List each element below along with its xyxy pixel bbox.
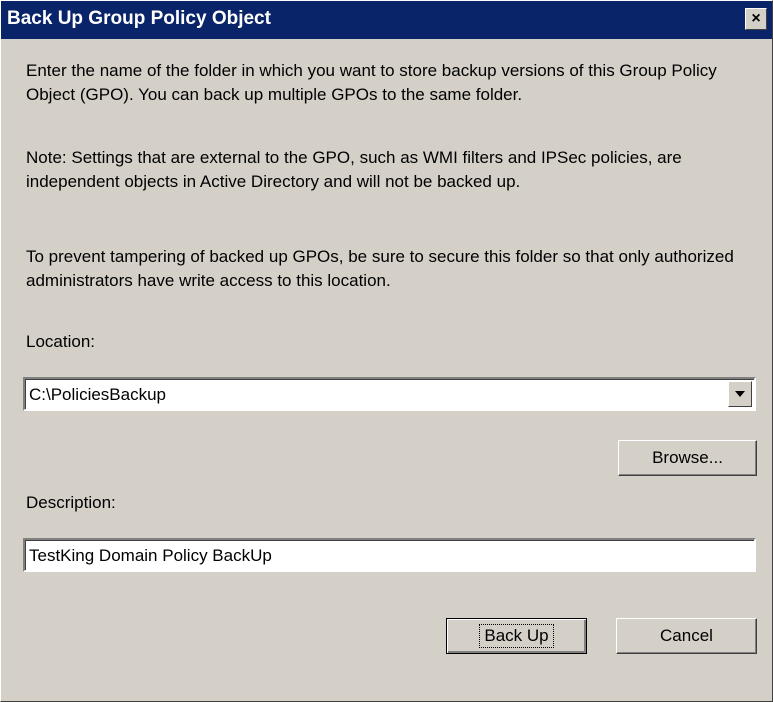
security-text: To prevent tampering of backed up GPOs, … bbox=[26, 247, 734, 290]
dialog-title: Back Up Group Policy Object bbox=[7, 8, 271, 29]
browse-button-label: Browse... bbox=[652, 448, 723, 467]
cancel-button[interactable]: Cancel bbox=[616, 618, 757, 654]
chevron-down-icon bbox=[735, 391, 745, 397]
intro-text: Enter the name of the folder in which yo… bbox=[26, 61, 717, 104]
location-combobox[interactable]: C:\PoliciesBackup bbox=[23, 377, 756, 411]
location-label: Location: bbox=[26, 332, 95, 351]
title-bar[interactable]: Back Up Group Policy Object × bbox=[1, 1, 772, 39]
note-text: Note: Settings that are external to the … bbox=[26, 148, 682, 191]
description-value[interactable]: TestKing Domain Policy BackUp bbox=[29, 546, 272, 566]
location-dropdown-button[interactable] bbox=[728, 381, 752, 407]
browse-button[interactable]: Browse... bbox=[618, 440, 757, 476]
back-up-button[interactable]: Back Up bbox=[446, 618, 587, 654]
location-value[interactable]: C:\PoliciesBackup bbox=[29, 385, 166, 405]
backup-gpo-dialog: Back Up Group Policy Object × Enter the … bbox=[0, 0, 773, 702]
description-label: Description: bbox=[26, 493, 116, 512]
back-up-button-label: Back Up bbox=[479, 624, 554, 648]
description-field[interactable]: TestKing Domain Policy BackUp bbox=[23, 538, 756, 572]
cancel-button-label: Cancel bbox=[660, 626, 713, 645]
close-button[interactable]: × bbox=[745, 8, 767, 30]
close-icon: × bbox=[751, 10, 761, 27]
